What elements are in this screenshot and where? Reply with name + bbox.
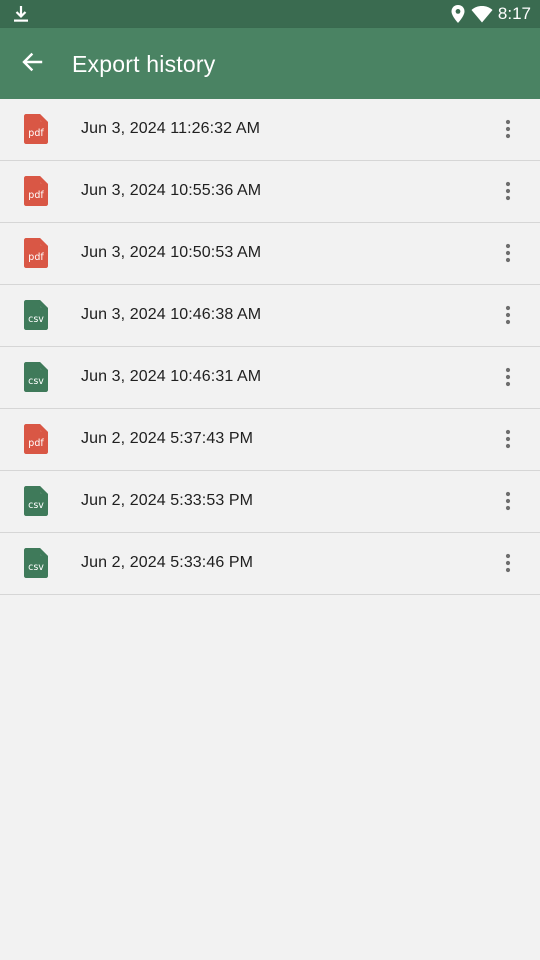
export-timestamp: Jun 2, 2024 5:37:43 PM bbox=[81, 430, 254, 447]
status-bar: 8:17 bbox=[0, 0, 540, 28]
more-options-button[interactable] bbox=[492, 235, 524, 271]
more-vert-icon bbox=[505, 305, 511, 325]
more-vert-icon bbox=[505, 553, 511, 573]
file-type-label: pdf bbox=[28, 128, 44, 139]
file-type-label: pdf bbox=[28, 252, 44, 263]
more-options-button[interactable] bbox=[492, 421, 524, 457]
more-options-button[interactable] bbox=[492, 483, 524, 519]
download-icon bbox=[14, 6, 28, 22]
export-row-csv[interactable]: csv Jun 3, 2024 10:46:38 AM bbox=[0, 285, 540, 347]
csv-file-icon: csv bbox=[24, 486, 48, 516]
csv-file-icon: csv bbox=[24, 548, 48, 578]
export-row-pdf[interactable]: pdf Jun 3, 2024 11:26:32 AM bbox=[0, 99, 540, 161]
file-type-label: pdf bbox=[28, 438, 44, 449]
app-bar: Export history bbox=[0, 28, 540, 99]
more-vert-icon bbox=[505, 367, 511, 387]
pdf-file-icon: pdf bbox=[24, 238, 48, 268]
export-timestamp: Jun 3, 2024 10:50:53 AM bbox=[81, 244, 262, 261]
more-options-button[interactable] bbox=[492, 173, 524, 209]
export-timestamp: Jun 3, 2024 10:55:36 AM bbox=[81, 182, 262, 199]
status-time: 8:17 bbox=[497, 4, 531, 23]
file-type-label: csv bbox=[28, 376, 44, 387]
more-vert-icon bbox=[505, 119, 511, 139]
back-button[interactable] bbox=[10, 40, 54, 84]
more-options-button[interactable] bbox=[492, 545, 524, 581]
pdf-file-icon: pdf bbox=[24, 176, 48, 206]
file-type-label: csv bbox=[28, 500, 44, 511]
file-type-label: pdf bbox=[28, 190, 44, 201]
export-timestamp: Jun 3, 2024 10:46:31 AM bbox=[81, 368, 262, 385]
file-type-label: csv bbox=[28, 314, 44, 325]
export-row-csv[interactable]: csv Jun 2, 2024 5:33:46 PM bbox=[0, 533, 540, 595]
csv-file-icon: csv bbox=[24, 300, 48, 330]
more-vert-icon bbox=[505, 429, 511, 449]
more-options-button[interactable] bbox=[492, 297, 524, 333]
page-title: Export history bbox=[72, 51, 216, 77]
more-options-button[interactable] bbox=[492, 359, 524, 395]
export-row-pdf[interactable]: pdf Jun 2, 2024 5:37:43 PM bbox=[0, 409, 540, 471]
export-row-pdf[interactable]: pdf Jun 3, 2024 10:55:36 AM bbox=[0, 161, 540, 223]
file-type-label: csv bbox=[28, 562, 44, 573]
location-icon bbox=[451, 5, 465, 23]
export-timestamp: Jun 3, 2024 10:46:38 AM bbox=[81, 306, 262, 323]
more-vert-icon bbox=[505, 181, 511, 201]
pdf-file-icon: pdf bbox=[24, 424, 48, 454]
csv-file-icon: csv bbox=[24, 362, 48, 392]
more-vert-icon bbox=[505, 243, 511, 263]
export-timestamp: Jun 2, 2024 5:33:46 PM bbox=[81, 554, 254, 571]
more-vert-icon bbox=[505, 491, 511, 511]
arrow-back-icon bbox=[22, 52, 43, 72]
more-options-button[interactable] bbox=[492, 111, 524, 147]
wifi-icon bbox=[471, 6, 493, 23]
export-row-csv[interactable]: csv Jun 3, 2024 10:46:31 AM bbox=[0, 347, 540, 409]
export-timestamp: Jun 2, 2024 5:33:53 PM bbox=[81, 492, 254, 509]
pdf-file-icon: pdf bbox=[24, 114, 48, 144]
export-list: pdf Jun 3, 2024 11:26:32 AM pdf Jun 3, 2024… bbox=[0, 99, 540, 595]
export-timestamp: Jun 3, 2024 11:26:32 AM bbox=[81, 120, 261, 137]
export-row-csv[interactable]: csv Jun 2, 2024 5:33:53 PM bbox=[0, 471, 540, 533]
export-row-pdf[interactable]: pdf Jun 3, 2024 10:50:53 AM bbox=[0, 223, 540, 285]
